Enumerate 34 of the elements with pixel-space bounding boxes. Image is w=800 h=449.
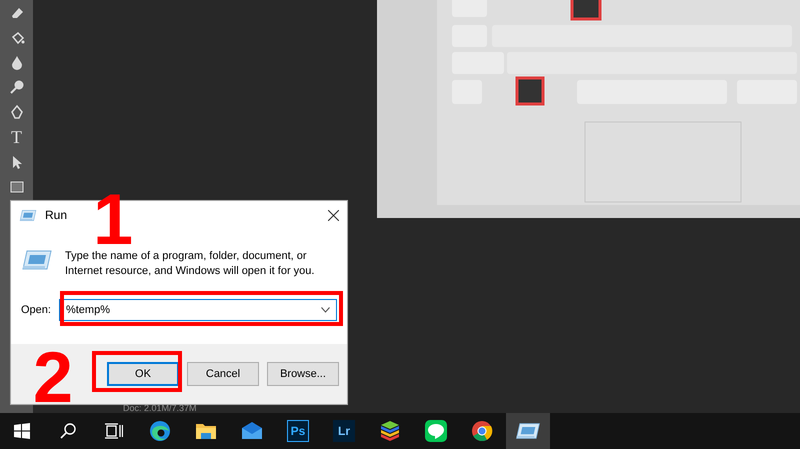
rectangle-icon[interactable] [8, 179, 24, 195]
document-size: Doc: 2.01M/7.37M [123, 403, 197, 413]
type-tool-icon[interactable]: T [11, 129, 22, 145]
run-icon [21, 249, 53, 271]
browser-icon [149, 420, 171, 442]
run-icon [515, 422, 541, 440]
lightroom-icon: Lr [333, 420, 355, 442]
dialog-title: Run [45, 208, 68, 222]
task-view-icon [105, 423, 123, 439]
photoshop-icon: Ps [287, 420, 309, 442]
open-field[interactable]: %temp% [58, 299, 337, 321]
step-number: 2 [33, 348, 74, 408]
open-value: %temp% [66, 304, 111, 316]
browser-icon [471, 420, 493, 442]
chat-icon [425, 420, 447, 442]
dropdown-icon[interactable] [321, 307, 330, 313]
close-icon[interactable] [328, 210, 339, 220]
taskbar-button[interactable] [506, 413, 550, 449]
taskbar-button[interactable]: Ps [276, 413, 320, 449]
envelope-icon [241, 422, 263, 440]
taskbar-button[interactable]: Lr [322, 413, 366, 449]
windows-icon [14, 423, 30, 439]
cancel-button[interactable]: Cancel [187, 362, 259, 386]
browse-button[interactable]: Browse... [267, 362, 339, 386]
instruction-text: Type the name of a program, folder, document, or Internet resource, and Windows will open it for you. [65, 249, 316, 279]
step-number: 1 [93, 190, 134, 250]
open-label: Open: [21, 304, 51, 316]
folder-icon [195, 421, 217, 441]
run-icon [19, 208, 37, 222]
ok-button[interactable]: OK [107, 362, 179, 386]
magnifier-icon[interactable] [8, 79, 24, 95]
search-icon [60, 423, 76, 439]
layers-icon [379, 420, 401, 442]
pen-icon[interactable] [8, 104, 24, 120]
